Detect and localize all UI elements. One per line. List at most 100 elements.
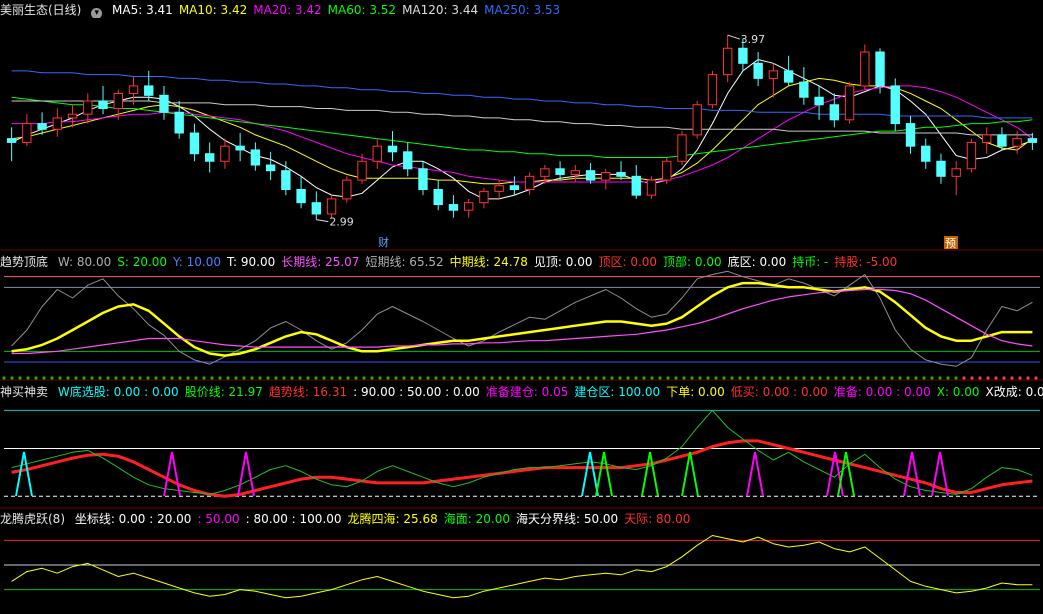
signal-dot — [850, 376, 854, 380]
signal-dot — [370, 376, 374, 380]
signal-dot — [690, 376, 694, 380]
signal-dot — [50, 376, 54, 380]
trend-legend-item: Y: 10.00 — [173, 255, 221, 269]
signal-dot — [162, 376, 166, 380]
series-短期线 — [11, 270, 1033, 367]
candle-body — [494, 185, 504, 192]
signal-dot — [802, 376, 806, 380]
candle-body — [1012, 138, 1022, 147]
signal-dot — [946, 376, 950, 380]
signal-dot — [26, 376, 30, 380]
signal-peak — [641, 451, 659, 497]
series-龙腾四海 — [11, 535, 1033, 599]
signal-peak — [903, 451, 921, 497]
candle-body — [585, 170, 596, 181]
signal-dot — [250, 376, 254, 380]
trend-legend-item: 短期线: 65.52 — [365, 255, 444, 269]
signal-dot — [330, 376, 334, 380]
trend-legend-item: 持股: -5.00 — [834, 255, 898, 269]
buysell-legend-item: 下单: 0.00 — [666, 385, 725, 399]
buysell-legend-item: 准备建仓: 0.05 — [485, 385, 569, 399]
trend-legend-item: 底区: 0.00 — [727, 255, 787, 269]
signal-dot — [298, 376, 302, 380]
signal-dot — [66, 376, 70, 380]
buysell-title: 神买神卖 — [0, 385, 49, 399]
candle-body — [281, 170, 291, 191]
candle-body — [753, 62, 763, 79]
buysell-legend-item: 低买: 0.00 : 0.00 — [730, 385, 828, 399]
signal-dot — [450, 376, 454, 380]
signal-dot — [994, 376, 998, 380]
candle-body — [905, 123, 916, 147]
signal-dot — [842, 376, 846, 380]
candle-body — [311, 202, 322, 215]
main-legend-item: MA10: 3.42 — [178, 3, 248, 17]
main-legend: MA5: 3.41 MA10: 3.42 MA20: 3.42 MA60: 3.52 M… — [112, 3, 566, 17]
signal-dot — [98, 376, 102, 380]
candle-body — [799, 81, 809, 98]
signal-dot — [498, 376, 502, 380]
candle-body — [479, 190, 489, 204]
series-中期线 — [11, 281, 1033, 357]
signal-dot — [482, 376, 486, 380]
candle-body — [448, 204, 459, 211]
signal-dot — [210, 376, 214, 380]
main-legend-item: MA120: 3.44 — [402, 3, 479, 17]
candle-body — [631, 175, 641, 196]
signal-dot — [1010, 376, 1014, 380]
candle-body — [433, 189, 443, 206]
dragon-legend-item: : 50.00 — [197, 512, 240, 526]
candle-body — [768, 70, 779, 79]
signal-peak — [681, 451, 699, 497]
signal-dot — [786, 376, 790, 380]
candle-body — [418, 168, 428, 191]
signal-dot — [18, 376, 22, 380]
candle-body — [936, 160, 946, 177]
signal-dot — [194, 376, 198, 380]
signal-dot — [906, 376, 910, 380]
signal-dot — [346, 376, 350, 380]
main-legend-item: MA20: 3.42 — [253, 3, 322, 17]
signal-dot — [402, 376, 406, 380]
signal-dot — [618, 376, 622, 380]
buysell-legend-item: W底选股: 0.00 : 0.00 — [57, 385, 179, 399]
signal-dot — [898, 376, 902, 380]
candle-body — [52, 117, 63, 130]
low-pointer — [316, 219, 329, 223]
candle-body — [646, 179, 657, 196]
signal-dot — [754, 376, 758, 380]
candle-body — [616, 172, 626, 177]
signal-dot — [890, 376, 894, 380]
trend-legend-item: W: 80.00 — [57, 255, 112, 269]
signal-dot — [562, 376, 566, 380]
signal-dot — [306, 376, 310, 380]
signal-dot — [570, 376, 574, 380]
signal-dot — [522, 376, 526, 380]
signal-dot — [1002, 376, 1006, 380]
trend-header: 趋势顶底 W: 80.00 S: 20.00 Y: 10.00 T: 90.00 长期线… — [0, 254, 1043, 270]
settings-toggle-icon[interactable]: ▾ — [91, 8, 103, 18]
signal-dot — [2, 376, 6, 380]
signal-dot — [266, 376, 270, 380]
signal-dot — [354, 376, 358, 380]
trend-title: 趋势顶底 — [0, 255, 49, 269]
signal-dot — [314, 376, 318, 380]
signal-dot — [218, 376, 222, 380]
main-title: 美丽生态(日线) — [0, 3, 82, 17]
candle-body — [555, 168, 565, 175]
candle-body — [357, 160, 367, 181]
signal-dot — [962, 376, 966, 380]
signal-dot — [666, 376, 670, 380]
dragon-header: 龙腾虎跃(8) 坐标线: 0.00 : 20.00: 50.00: 80.00 … — [0, 511, 1043, 527]
signal-dot — [458, 376, 462, 380]
signal-dot — [762, 376, 766, 380]
candle-body — [98, 100, 108, 110]
candle-body — [159, 94, 169, 113]
signal-dot — [514, 376, 518, 380]
candle-body — [342, 179, 352, 200]
dragon-legend-item: : 80.00 : 100.00 — [245, 512, 342, 526]
signal-dot — [138, 376, 142, 380]
candle-body — [83, 100, 93, 115]
main-legend-item: MA60: 3.52 — [327, 3, 397, 17]
candle-body — [829, 104, 840, 121]
